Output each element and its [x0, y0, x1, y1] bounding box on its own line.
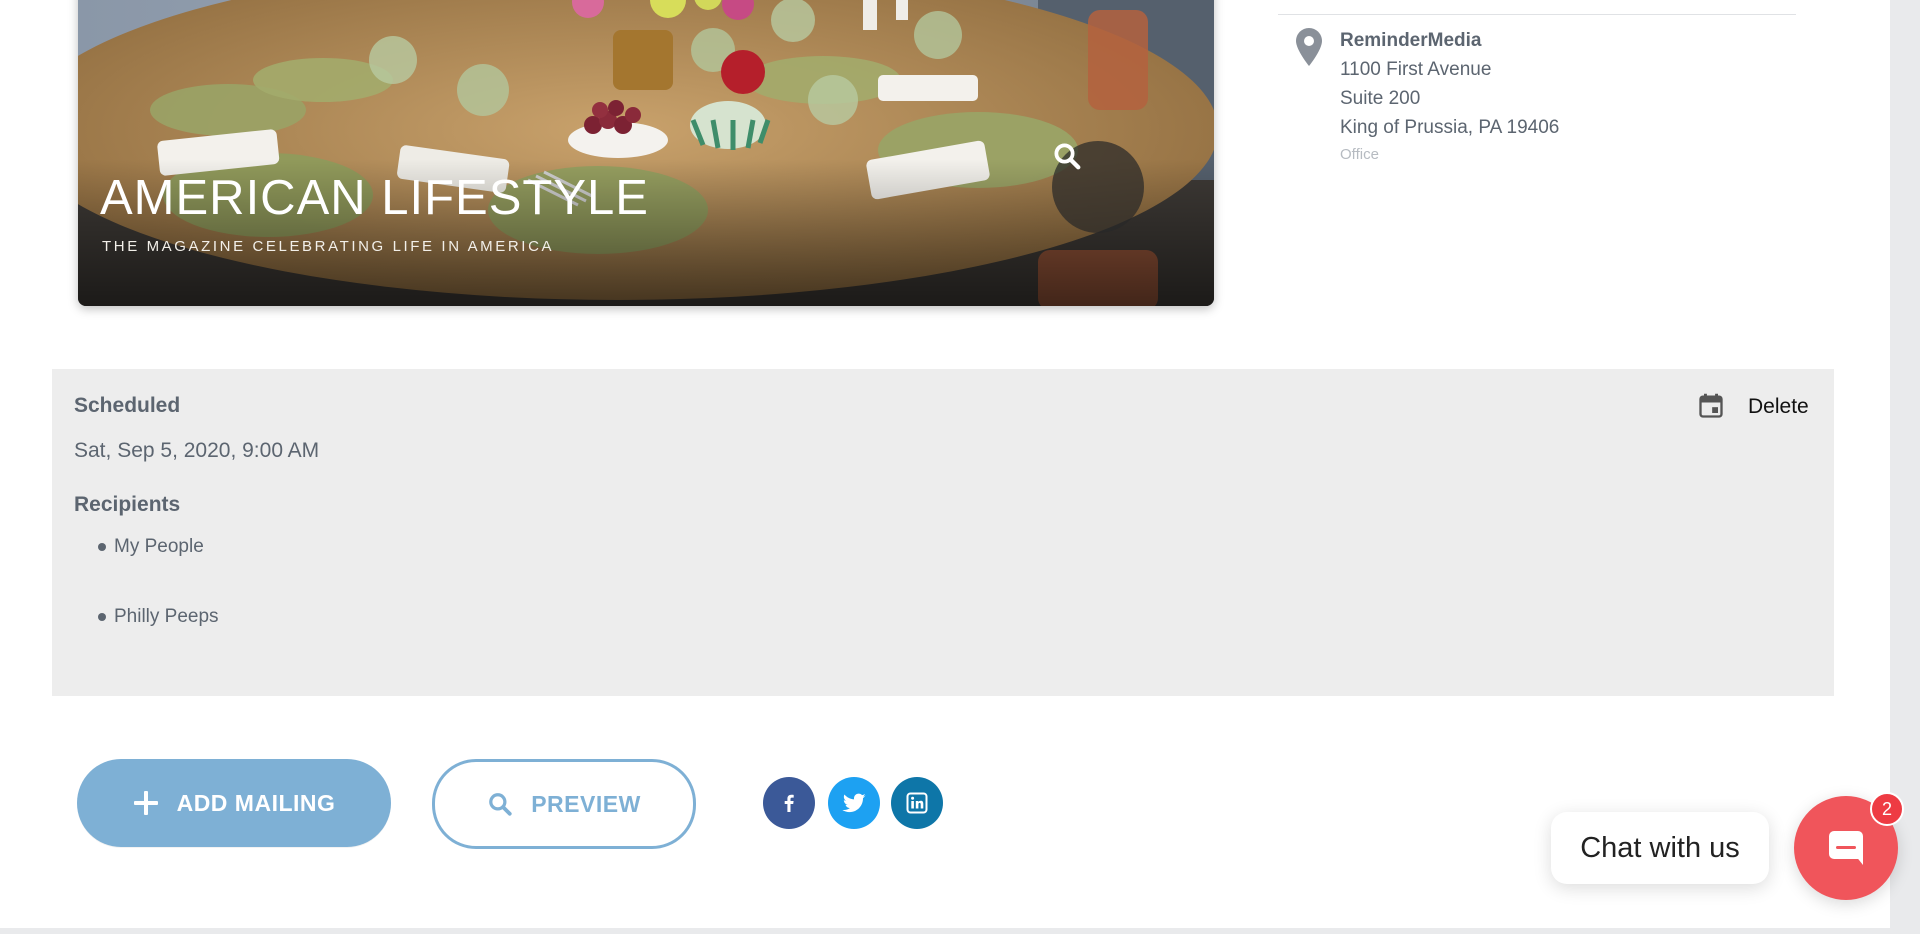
add-mailing-label: ADD MAILING [176, 789, 336, 816]
delete-button[interactable]: Delete [1748, 395, 1809, 419]
magazine-title: AMERICAN LIFESTYLE [100, 171, 649, 225]
page: AMERICAN LIFESTYLE THE MAGAZINE CELEBRAT… [0, 0, 1890, 928]
calendar-icon[interactable] [1697, 392, 1725, 420]
facebook-icon [784, 794, 794, 812]
scheduled-label: Scheduled [74, 394, 181, 417]
map-pin-icon [1296, 28, 1322, 66]
zoom-button[interactable] [1052, 141, 1144, 233]
recipient-item: My People [114, 536, 204, 557]
bullet [98, 543, 106, 551]
twitter-icon [842, 793, 866, 813]
search-icon [1054, 143, 1081, 170]
recipient-item: Philly Peeps [114, 606, 219, 627]
chat-label: Chat with us [1580, 831, 1740, 864]
scheduled-date: Sat, Sep 5, 2020, 9:00 AM [74, 439, 320, 462]
magazine-subtitle: THE MAGAZINE CELEBRATING LIFE IN AMERICA [102, 238, 555, 255]
address-line-1: 1100 First Avenue [1340, 59, 1492, 80]
add-mailing-button[interactable]: ADD MAILING [77, 759, 391, 847]
chat-unread-badge: 2 [1870, 792, 1904, 826]
address-name: ReminderMedia [1340, 30, 1482, 51]
facebook-share-button[interactable] [763, 777, 815, 829]
recipients-label: Recipients [74, 493, 181, 516]
bullet [98, 613, 106, 621]
address-line-3: King of Prussia, PA 19406 [1340, 117, 1560, 138]
linkedin-share-button[interactable] [891, 777, 943, 829]
search-icon [487, 791, 513, 817]
chat-bubble-icon [1829, 831, 1863, 865]
schedule-panel: Scheduled Sat, Sep 5, 2020, 9:00 AM Reci… [52, 369, 1834, 696]
preview-button[interactable]: PREVIEW [432, 759, 696, 849]
address-line-2: Suite 200 [1340, 88, 1421, 109]
magazine-cover-image[interactable]: AMERICAN LIFESTYLE THE MAGAZINE CELEBRAT… [78, 0, 1214, 306]
chat-with-us-button[interactable]: Chat with us [1551, 812, 1769, 884]
address-type: Office [1340, 146, 1379, 163]
twitter-share-button[interactable] [828, 777, 880, 829]
linkedin-icon [906, 792, 928, 814]
magazine-photo [78, 0, 1214, 306]
plus-icon [133, 790, 159, 816]
divider [1278, 14, 1796, 15]
preview-label: PREVIEW [531, 790, 641, 817]
